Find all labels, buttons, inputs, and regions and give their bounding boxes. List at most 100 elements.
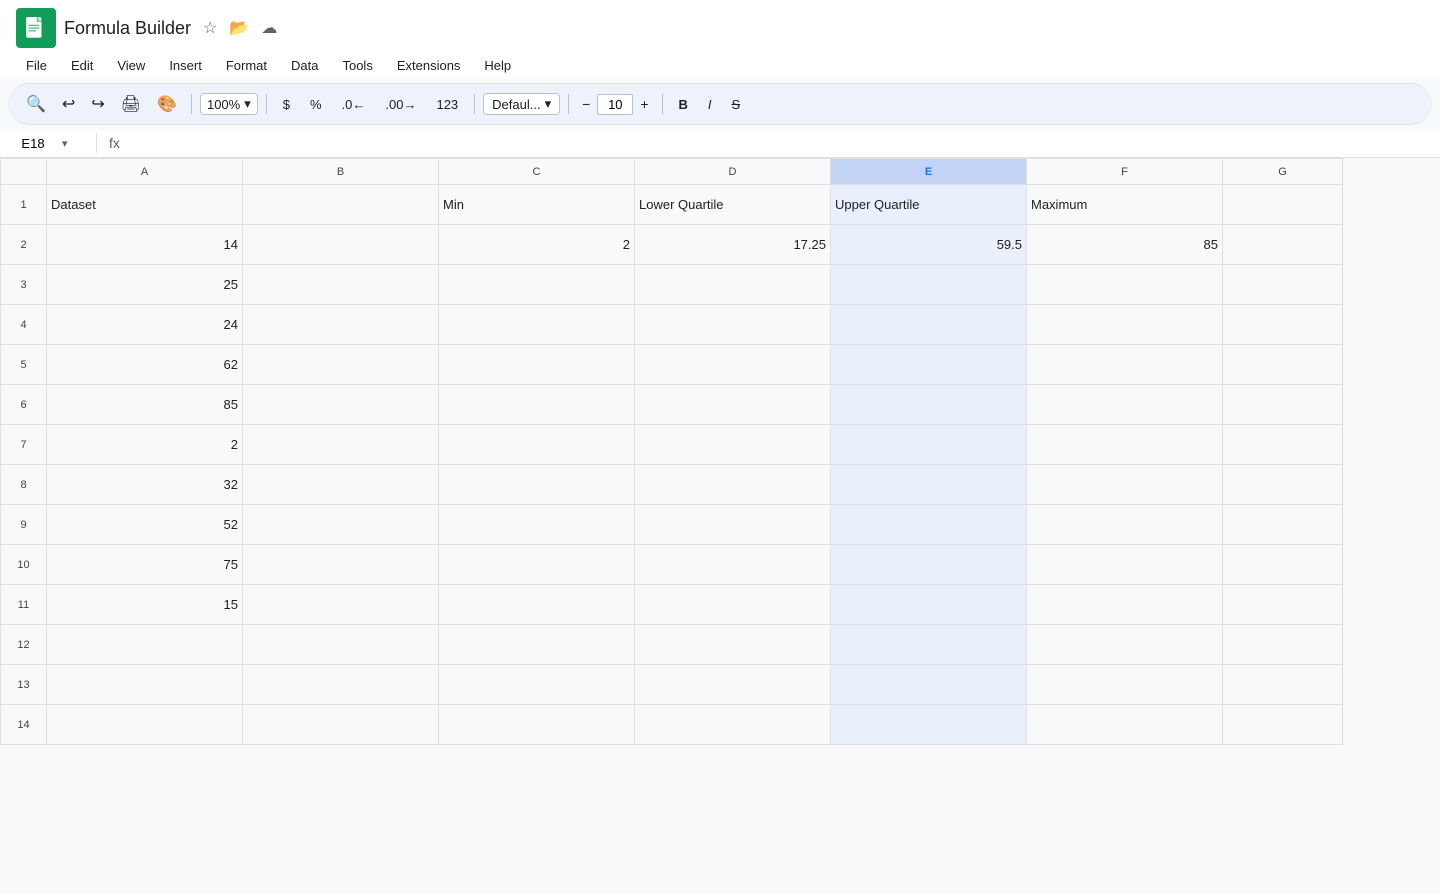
row-header-14[interactable]: 14 bbox=[1, 705, 47, 745]
cell-E1[interactable]: Upper Quartile bbox=[831, 185, 1027, 225]
cell-C12[interactable] bbox=[439, 625, 635, 665]
col-header-f[interactable]: F bbox=[1027, 159, 1223, 185]
cell-D7[interactable] bbox=[635, 425, 831, 465]
cell-F2[interactable]: 85 bbox=[1027, 225, 1223, 265]
cell-F1[interactable]: Maximum bbox=[1027, 185, 1223, 225]
cell-E8[interactable] bbox=[831, 465, 1027, 505]
cell-A13[interactable] bbox=[47, 665, 243, 705]
cell-E14[interactable] bbox=[831, 705, 1027, 745]
row-header-3[interactable]: 3 bbox=[1, 265, 47, 305]
cell-F4[interactable] bbox=[1027, 305, 1223, 345]
spreadsheet-container[interactable]: A B C D E F G 1DatasetMinLower QuartileU… bbox=[0, 158, 1440, 892]
cell-F12[interactable] bbox=[1027, 625, 1223, 665]
bold-button[interactable]: B bbox=[671, 93, 696, 116]
col-header-d[interactable]: D bbox=[635, 159, 831, 185]
cell-G2[interactable] bbox=[1223, 225, 1343, 265]
font-size-increase-button[interactable]: + bbox=[635, 94, 653, 114]
cell-E9[interactable] bbox=[831, 505, 1027, 545]
cell-B7[interactable] bbox=[243, 425, 439, 465]
cell-A11[interactable]: 15 bbox=[47, 585, 243, 625]
cell-G10[interactable] bbox=[1223, 545, 1343, 585]
cell-G14[interactable] bbox=[1223, 705, 1343, 745]
menu-edit[interactable]: Edit bbox=[61, 54, 103, 77]
cell-G8[interactable] bbox=[1223, 465, 1343, 505]
print-button[interactable]: 🖨 bbox=[115, 90, 147, 118]
cell-C6[interactable] bbox=[439, 385, 635, 425]
cell-G9[interactable] bbox=[1223, 505, 1343, 545]
row-header-12[interactable]: 12 bbox=[1, 625, 47, 665]
cell-B5[interactable] bbox=[243, 345, 439, 385]
row-header-7[interactable]: 7 bbox=[1, 425, 47, 465]
cell-B2[interactable] bbox=[243, 225, 439, 265]
cell-A2[interactable]: 14 bbox=[47, 225, 243, 265]
menu-view[interactable]: View bbox=[107, 54, 155, 77]
cell-E6[interactable] bbox=[831, 385, 1027, 425]
cell-F14[interactable] bbox=[1027, 705, 1223, 745]
cell-C3[interactable] bbox=[439, 265, 635, 305]
row-header-6[interactable]: 6 bbox=[1, 385, 47, 425]
cell-F3[interactable] bbox=[1027, 265, 1223, 305]
cell-E11[interactable] bbox=[831, 585, 1027, 625]
currency-button[interactable]: $ bbox=[275, 93, 298, 116]
cell-ref-input[interactable] bbox=[8, 136, 58, 151]
cell-C10[interactable] bbox=[439, 545, 635, 585]
cell-A6[interactable]: 85 bbox=[47, 385, 243, 425]
cell-E3[interactable] bbox=[831, 265, 1027, 305]
paint-format-button[interactable]: 🎨 bbox=[151, 90, 183, 118]
cell-E4[interactable] bbox=[831, 305, 1027, 345]
cell-B13[interactable] bbox=[243, 665, 439, 705]
cell-A5[interactable]: 62 bbox=[47, 345, 243, 385]
cell-C11[interactable] bbox=[439, 585, 635, 625]
cell-D2[interactable]: 17.25 bbox=[635, 225, 831, 265]
cell-B4[interactable] bbox=[243, 305, 439, 345]
cell-A4[interactable]: 24 bbox=[47, 305, 243, 345]
cell-G5[interactable] bbox=[1223, 345, 1343, 385]
cell-C9[interactable] bbox=[439, 505, 635, 545]
cell-D4[interactable] bbox=[635, 305, 831, 345]
cell-A14[interactable] bbox=[47, 705, 243, 745]
col-header-g[interactable]: G bbox=[1223, 159, 1343, 185]
cell-E5[interactable] bbox=[831, 345, 1027, 385]
cell-A7[interactable]: 2 bbox=[47, 425, 243, 465]
font-family-selector[interactable]: Defaul... ▾ bbox=[483, 93, 560, 115]
cell-E12[interactable] bbox=[831, 625, 1027, 665]
cell-D1[interactable]: Lower Quartile bbox=[635, 185, 831, 225]
cell-E13[interactable] bbox=[831, 665, 1027, 705]
row-header-11[interactable]: 11 bbox=[1, 585, 47, 625]
cell-F6[interactable] bbox=[1027, 385, 1223, 425]
cell-C5[interactable] bbox=[439, 345, 635, 385]
cell-C2[interactable]: 2 bbox=[439, 225, 635, 265]
strikethrough-button[interactable]: S bbox=[724, 93, 749, 116]
row-header-8[interactable]: 8 bbox=[1, 465, 47, 505]
col-header-b[interactable]: B bbox=[243, 159, 439, 185]
cell-F10[interactable] bbox=[1027, 545, 1223, 585]
search-button[interactable]: 🔍 bbox=[20, 90, 52, 118]
cell-C14[interactable] bbox=[439, 705, 635, 745]
cell-C4[interactable] bbox=[439, 305, 635, 345]
col-header-e[interactable]: E bbox=[831, 159, 1027, 185]
percent-button[interactable]: % bbox=[302, 93, 330, 116]
cell-F5[interactable] bbox=[1027, 345, 1223, 385]
cell-F11[interactable] bbox=[1027, 585, 1223, 625]
row-header-1[interactable]: 1 bbox=[1, 185, 47, 225]
cell-F13[interactable] bbox=[1027, 665, 1223, 705]
cell-E7[interactable] bbox=[831, 425, 1027, 465]
cell-D3[interactable] bbox=[635, 265, 831, 305]
cell-B1[interactable] bbox=[243, 185, 439, 225]
menu-insert[interactable]: Insert bbox=[159, 54, 212, 77]
cell-A3[interactable]: 25 bbox=[47, 265, 243, 305]
number-format-button[interactable]: 123 bbox=[428, 93, 466, 116]
cell-G4[interactable] bbox=[1223, 305, 1343, 345]
cell-G13[interactable] bbox=[1223, 665, 1343, 705]
cell-G6[interactable] bbox=[1223, 385, 1343, 425]
cell-A8[interactable]: 32 bbox=[47, 465, 243, 505]
menu-data[interactable]: Data bbox=[281, 54, 328, 77]
cell-D14[interactable] bbox=[635, 705, 831, 745]
decimal-decrease-button[interactable]: .0← bbox=[334, 93, 374, 116]
menu-help[interactable]: Help bbox=[474, 54, 521, 77]
row-header-10[interactable]: 10 bbox=[1, 545, 47, 585]
cell-G1[interactable] bbox=[1223, 185, 1343, 225]
menu-extensions[interactable]: Extensions bbox=[387, 54, 471, 77]
row-header-9[interactable]: 9 bbox=[1, 505, 47, 545]
decimal-increase-button[interactable]: .00→ bbox=[377, 93, 424, 116]
